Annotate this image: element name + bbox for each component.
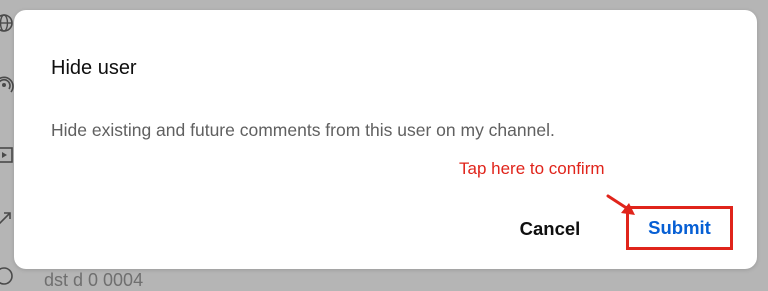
clock-icon [0,267,13,285]
cancel-button[interactable]: Cancel [510,214,590,244]
globe-icon [0,14,13,32]
dialog-title: Hide user [51,57,137,79]
video-icon [0,147,13,163]
hide-user-dialog: Hide user Hide existing and future comme… [14,10,757,269]
confirm-annotation: Tap here to confirm [459,159,605,178]
trending-icon [0,212,11,225]
dialog-message: Hide existing and future comments from t… [51,120,555,140]
podcast-icon [0,76,14,93]
submit-button[interactable]: Submit [626,206,733,250]
